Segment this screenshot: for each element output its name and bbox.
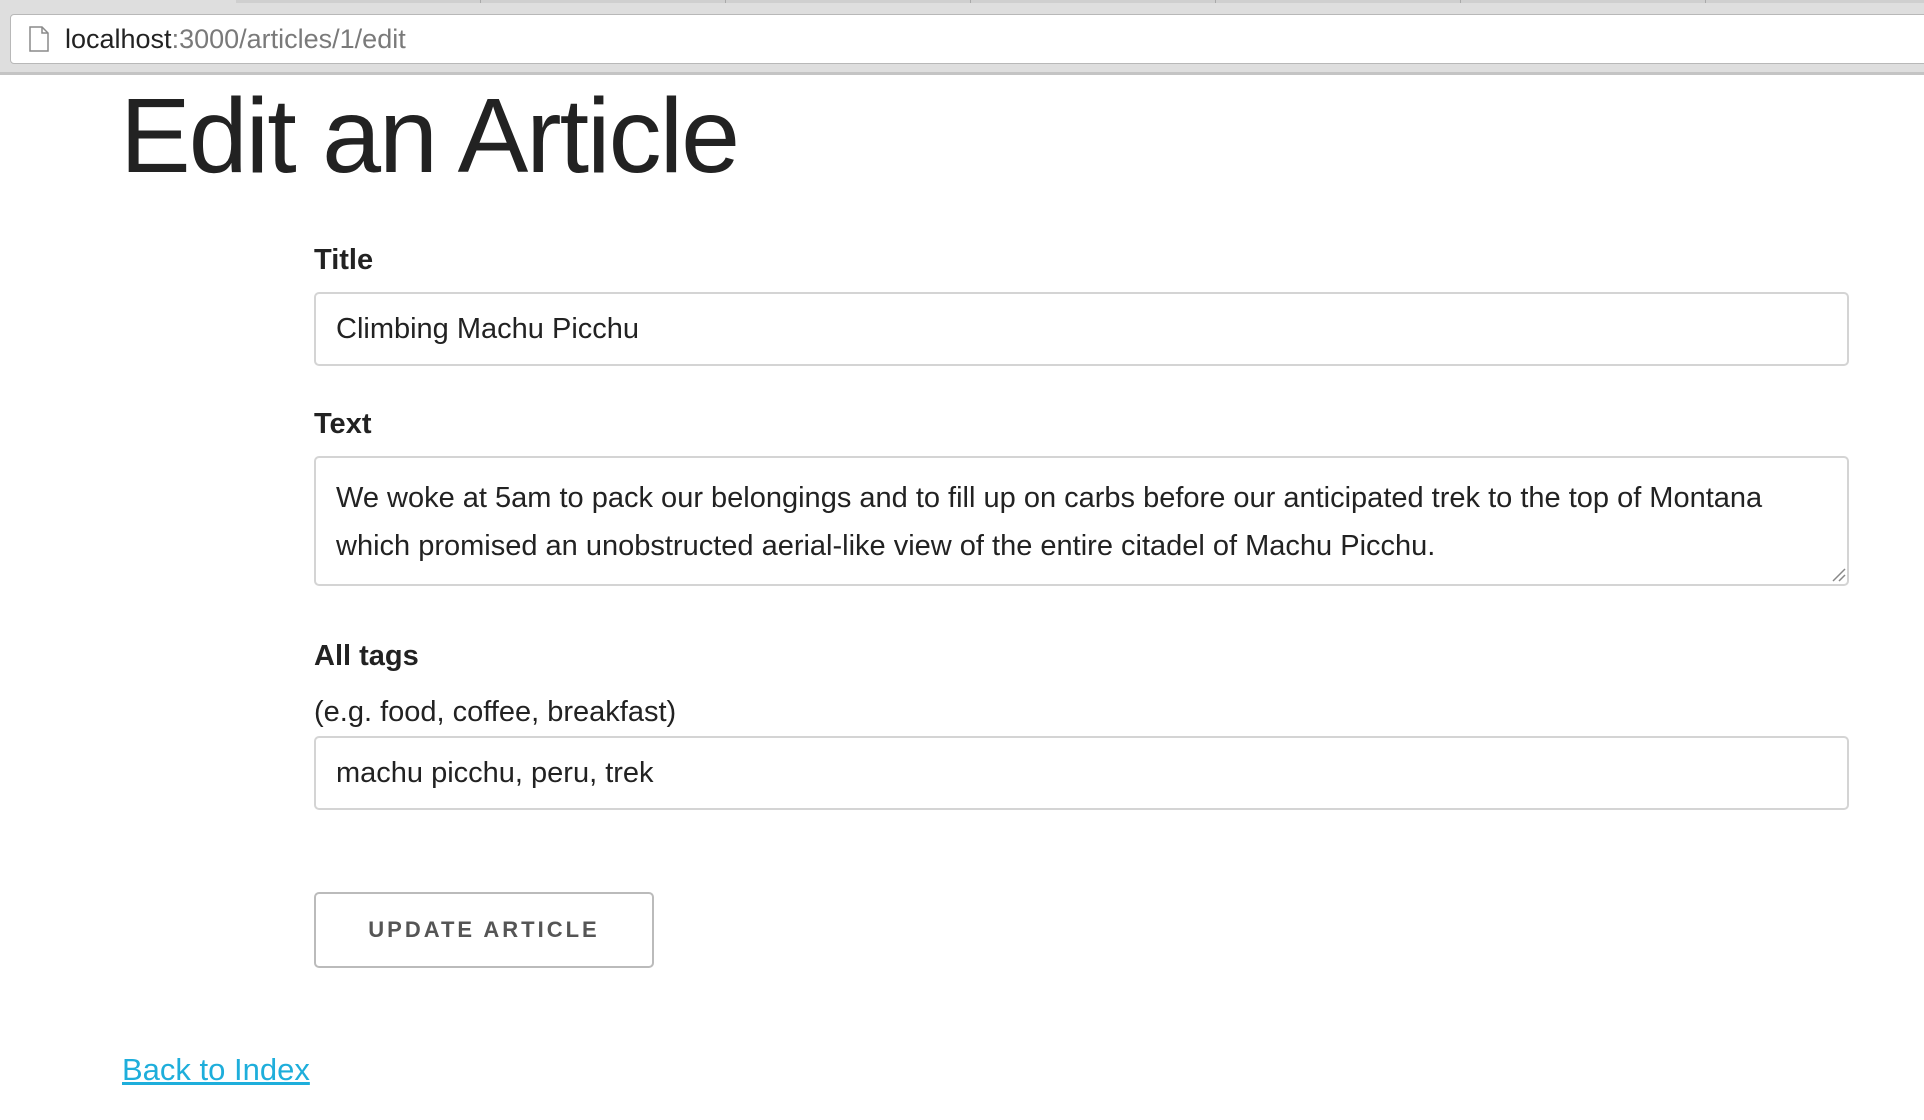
- page-icon: [29, 26, 49, 52]
- toolbar-divider: [0, 72, 1924, 75]
- browser-toolbar: localhost:3000/articles/1/edit: [0, 0, 1924, 74]
- page-title: Edit an Article: [120, 77, 740, 195]
- url-text[interactable]: localhost:3000/articles/1/edit: [65, 24, 406, 54]
- title-label: Title: [314, 244, 374, 276]
- browser-tab[interactable]: [1216, 0, 1461, 3]
- browser-tab[interactable]: [971, 0, 1216, 3]
- browser-tab[interactable]: [481, 0, 726, 3]
- tags-label: All tags: [314, 640, 419, 672]
- url-host: localhost: [65, 24, 172, 54]
- browser-tab[interactable]: [236, 0, 481, 3]
- tags-hint: (e.g. food, coffee, breakfast): [314, 696, 677, 728]
- back-to-index-link[interactable]: Back to Index: [122, 1052, 310, 1088]
- browser-tab[interactable]: [1706, 0, 1924, 3]
- browser-tab[interactable]: [1461, 0, 1706, 3]
- resize-handle-icon[interactable]: [1830, 566, 1846, 582]
- tab-strip: [236, 0, 1924, 4]
- update-article-button[interactable]: UPDATE ARTICLE: [314, 892, 654, 968]
- url-path: :3000/articles/1/edit: [171, 24, 406, 54]
- browser-tab[interactable]: [726, 0, 971, 3]
- text-textarea[interactable]: We woke at 5am to pack our belongings an…: [314, 456, 1849, 586]
- address-bar[interactable]: localhost:3000/articles/1/edit: [10, 14, 1924, 64]
- tags-input[interactable]: [314, 736, 1849, 810]
- title-input[interactable]: [314, 292, 1849, 366]
- text-label: Text: [314, 408, 372, 440]
